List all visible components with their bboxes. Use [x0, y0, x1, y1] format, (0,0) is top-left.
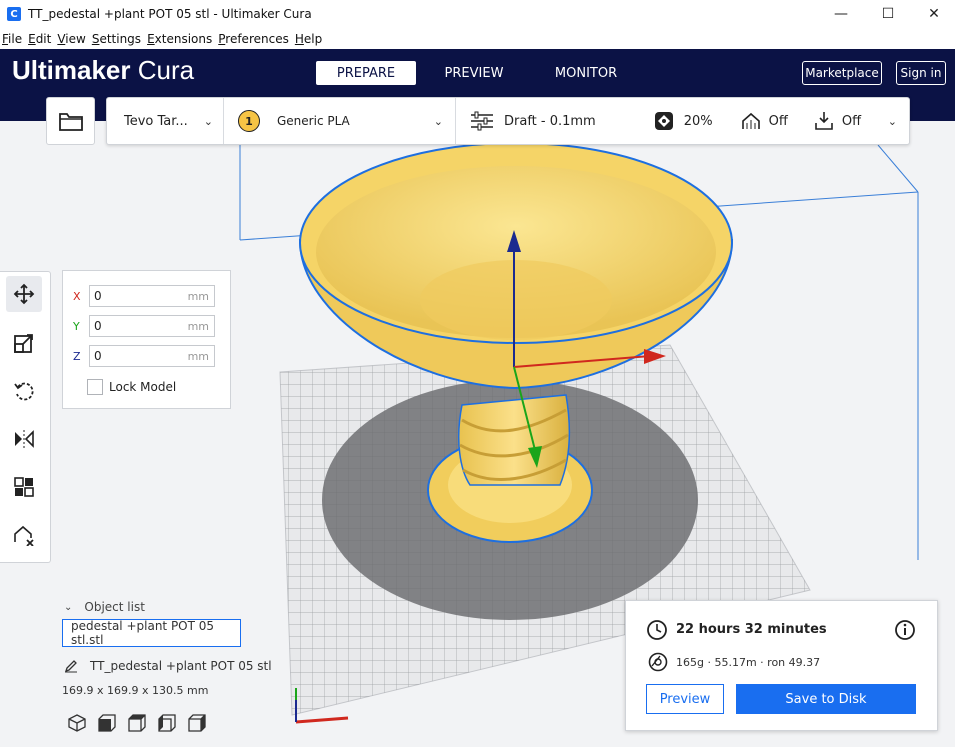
- tab-preview[interactable]: PREVIEW: [434, 61, 514, 85]
- print-time: 22 hours 32 minutes: [676, 622, 827, 637]
- cube-top-icon: [128, 714, 146, 732]
- move-icon: [13, 283, 35, 305]
- object-name-row[interactable]: TT_pedestal +plant POT 05 stl: [64, 659, 272, 673]
- model-stem: [458, 394, 571, 486]
- x-input[interactable]: 0 mm: [89, 285, 215, 307]
- lock-model-label: Lock Model: [109, 380, 177, 394]
- support-icon: [741, 112, 760, 129]
- menu-edit[interactable]: Edit: [28, 32, 55, 46]
- cube-3d-icon: [68, 714, 86, 732]
- chevron-down-icon: ⌄: [64, 601, 73, 613]
- print-settings-selector[interactable]: Draft - 0.1mm 20% Off Off ⌄: [456, 98, 909, 144]
- tool-sidebar: [0, 271, 51, 563]
- printer-name: Tevo Tar...: [124, 113, 188, 129]
- per-model-settings-icon: [14, 477, 34, 497]
- infill-icon: [654, 112, 673, 130]
- chevron-down-icon: ⌄: [887, 114, 897, 128]
- minimize-button[interactable]: —: [818, 0, 864, 28]
- move-tool-button[interactable]: [6, 276, 42, 312]
- support-value: Off: [768, 113, 788, 129]
- mirror-tool-button[interactable]: [6, 421, 42, 457]
- per-model-settings-button[interactable]: [6, 469, 42, 505]
- profile-name: Draft - 0.1mm: [504, 113, 596, 129]
- tab-monitor[interactable]: MONITOR: [545, 61, 627, 85]
- chevron-down-icon: ⌄: [203, 114, 213, 128]
- material-selector[interactable]: 1 Generic PLA ⌄: [224, 98, 456, 144]
- print-summary-panel: 22 hours 32 minutes 165g · 55.17m · ron …: [625, 600, 938, 731]
- view-right-button[interactable]: [182, 712, 212, 734]
- view-left-button[interactable]: [152, 712, 182, 734]
- z-row: Z 0 mm: [73, 345, 215, 367]
- x-row: X 0 mm: [73, 285, 215, 307]
- rotate-tool-button[interactable]: [6, 373, 42, 409]
- object-name: TT_pedestal +plant POT 05 stl: [90, 659, 272, 673]
- support-blocker-button[interactable]: [6, 517, 42, 553]
- checkbox[interactable]: [87, 379, 103, 395]
- move-tool-panel: X 0 mm Y 0 mm Z 0 mm Lock Model: [62, 270, 231, 409]
- print-setup-bar: Tevo Tar... ⌄ 1 Generic PLA ⌄ Draft - 0.…: [106, 97, 910, 145]
- settings-sliders-icon: [471, 111, 493, 131]
- lock-model-checkbox[interactable]: Lock Model: [87, 379, 176, 395]
- save-to-disk-button[interactable]: Save to Disk: [736, 684, 916, 714]
- tab-prepare[interactable]: PREPARE: [316, 61, 416, 85]
- sign-in-button[interactable]: Sign in: [896, 61, 946, 85]
- camera-view-buttons: [62, 712, 212, 734]
- rotate-icon: [14, 382, 34, 401]
- menu-file[interactable]: File: [2, 32, 26, 46]
- y-input[interactable]: 0 mm: [89, 315, 215, 337]
- mirror-icon: [15, 430, 34, 448]
- cura-app-icon: C: [7, 7, 21, 21]
- cube-front-icon: [98, 714, 116, 732]
- z-axis-label: Z: [73, 349, 81, 363]
- spool-icon: [648, 652, 668, 672]
- y-row: Y 0 mm: [73, 315, 215, 337]
- folder-icon: [58, 113, 83, 131]
- object-dimensions: 169.9 x 169.9 x 130.5 mm: [62, 684, 209, 697]
- title-bar: C TT_pedestal +plant POT 05 stl - Ultima…: [0, 0, 955, 28]
- pencil-icon: [64, 660, 77, 673]
- scale-tool-button[interactable]: [6, 325, 42, 361]
- object-list-toggle[interactable]: ⌄ Object list: [64, 600, 145, 614]
- menu-bar: File Edit View Settings Extensions Prefe…: [0, 28, 955, 49]
- adhesion-value: Off: [841, 113, 862, 129]
- cube-left-icon: [158, 714, 176, 732]
- menu-extensions[interactable]: Extensions: [147, 32, 216, 46]
- view-top-button[interactable]: [122, 712, 152, 734]
- x-axis-label: X: [73, 289, 81, 303]
- scale-icon: [14, 334, 33, 353]
- view-3d-button[interactable]: [62, 712, 92, 734]
- close-button[interactable]: ✕: [911, 0, 955, 28]
- object-list-file[interactable]: pedestal +plant POT 05 stl.stl: [62, 619, 241, 647]
- maximize-button[interactable]: ☐: [865, 0, 911, 28]
- material-name: Generic PLA: [277, 114, 350, 128]
- open-file-button[interactable]: [46, 97, 95, 145]
- chevron-down-icon: ⌄: [433, 114, 443, 128]
- preview-button[interactable]: Preview: [646, 684, 724, 714]
- clock-icon: [647, 620, 667, 640]
- marketplace-button[interactable]: Marketplace: [802, 61, 882, 85]
- support-blocker-icon: [14, 525, 34, 546]
- menu-help[interactable]: Help: [295, 32, 326, 46]
- object-list-label: Object list: [84, 600, 145, 614]
- cube-right-icon: [188, 714, 206, 732]
- ultimaker-cura-logo: Ultimaker Cura: [12, 55, 195, 85]
- y-axis-label: Y: [73, 319, 80, 333]
- menu-view[interactable]: View: [57, 32, 89, 46]
- adhesion-icon: [815, 112, 833, 130]
- material-usage: 165g · 55.17m · ron 49.37: [676, 656, 821, 669]
- infill-value: 20%: [683, 113, 713, 129]
- menu-preferences[interactable]: Preferences: [218, 32, 293, 46]
- extruder-badge: 1: [238, 110, 260, 132]
- printer-selector[interactable]: Tevo Tar... ⌄: [107, 98, 224, 144]
- view-front-button[interactable]: [92, 712, 122, 734]
- menu-settings[interactable]: Settings: [92, 32, 145, 46]
- info-icon[interactable]: [894, 619, 916, 641]
- window-title: TT_pedestal +plant POT 05 stl - Ultimake…: [28, 7, 312, 21]
- z-input[interactable]: 0 mm: [89, 345, 215, 367]
